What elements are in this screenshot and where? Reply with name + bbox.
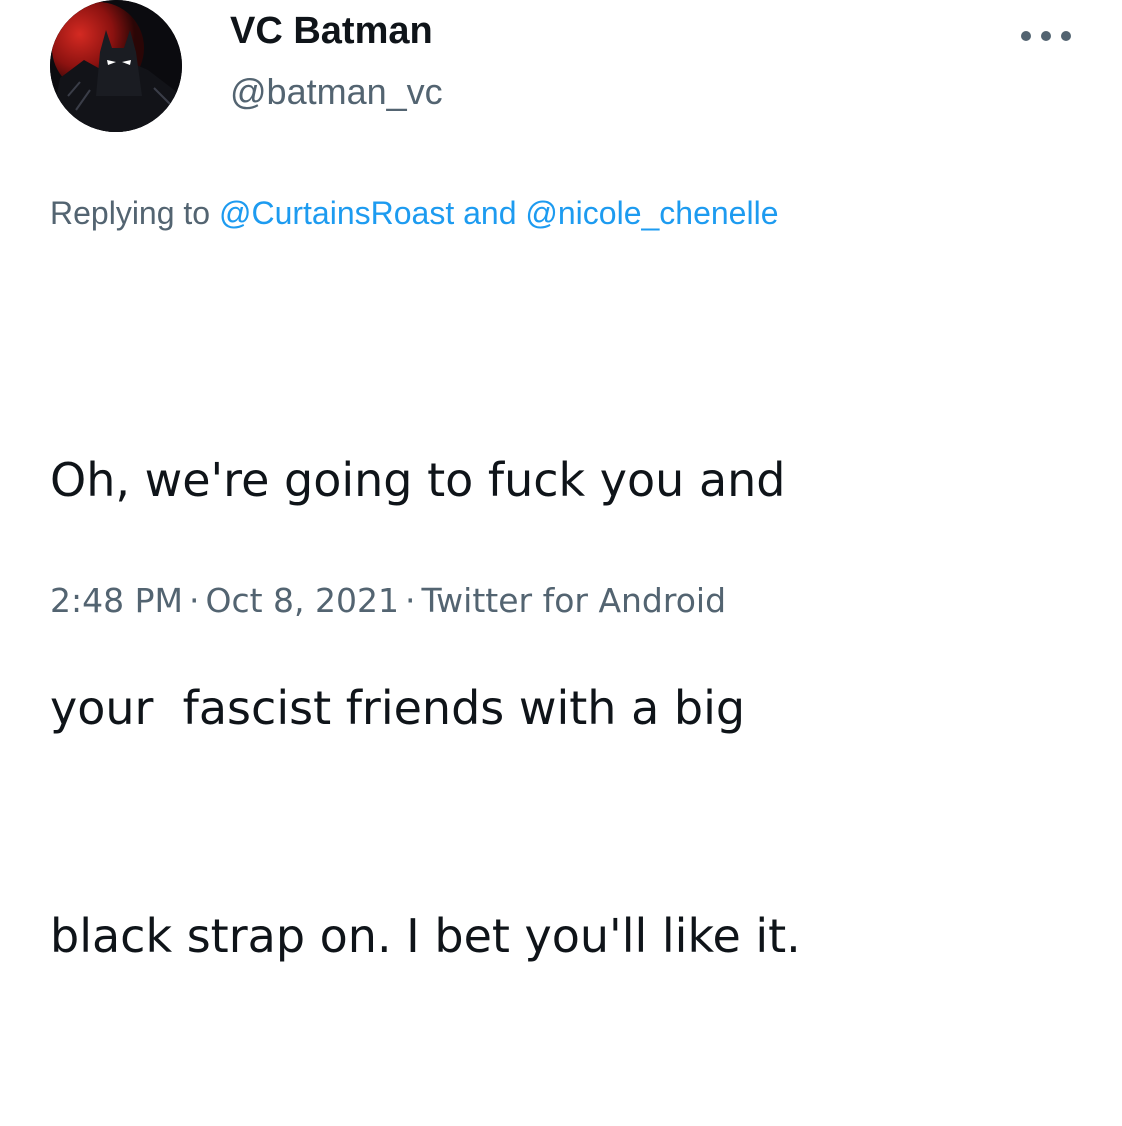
meta-separator: · [188, 581, 200, 620]
more-options-button[interactable] [1014, 14, 1078, 58]
batman-avatar-icon [50, 0, 182, 132]
display-name[interactable]: VC Batman [230, 8, 433, 54]
meta-separator: · [404, 581, 416, 620]
tweet-source[interactable]: Twitter for Android [421, 581, 726, 620]
more-horizontal-icon [1021, 31, 1071, 41]
replying-to-label: Replying to [50, 195, 211, 231]
tweet-text: Oh, we're going to fuck you and your fas… [50, 290, 1090, 1126]
mention-link-curtainsroast[interactable]: @CurtainsRoast [219, 195, 454, 231]
tweet-text-line: black strap on. I bet you'll like it. [50, 909, 801, 963]
tweet-card: VC Batman @batman_vc Replying to @Curtai… [0, 0, 1122, 963]
tweet-text-line: your fascist friends with a big [50, 681, 746, 735]
tweet-time[interactable]: 2:48 PM [50, 581, 183, 620]
user-handle[interactable]: @batman_vc [230, 70, 443, 114]
replying-to-line: Replying to @CurtainsRoast and @nicole_c… [50, 192, 778, 234]
avatar[interactable] [50, 0, 182, 132]
mention-link-nicole-chenelle[interactable]: @nicole_chenelle [525, 195, 778, 231]
tweet-text-line: Oh, we're going to fuck you and [50, 453, 786, 507]
tweet-metadata: 2:48 PM · Oct 8, 2021 · Twitter for Android [50, 578, 726, 624]
mention-joiner[interactable]: and [463, 195, 516, 231]
tweet-date[interactable]: Oct 8, 2021 [205, 581, 399, 620]
